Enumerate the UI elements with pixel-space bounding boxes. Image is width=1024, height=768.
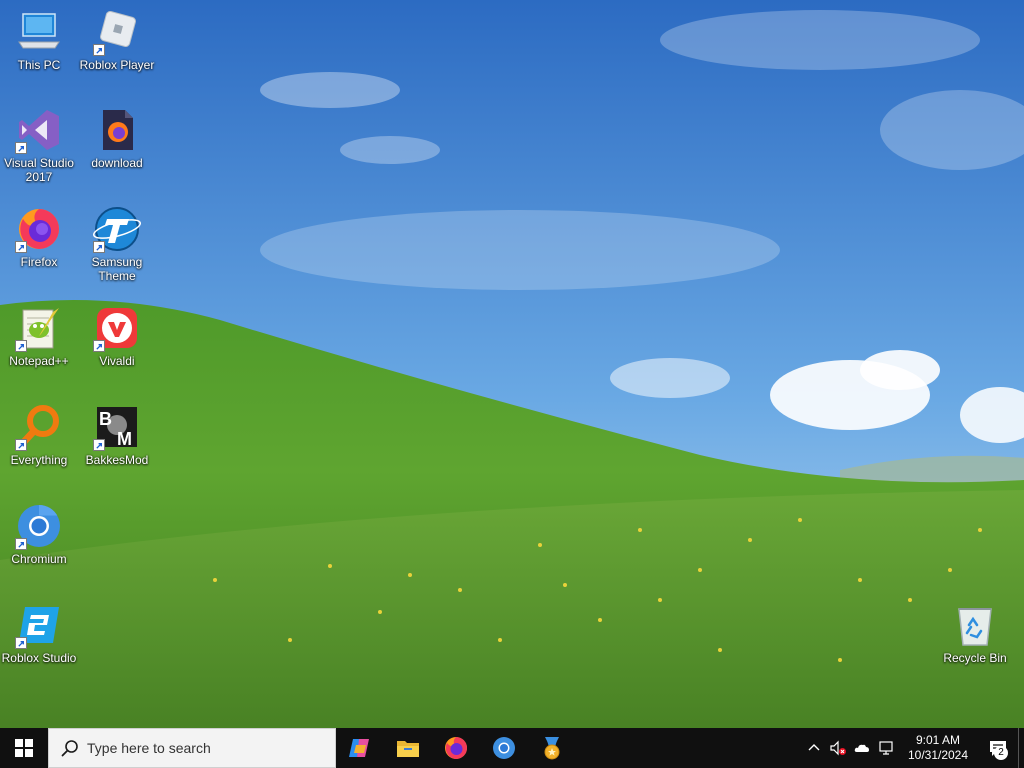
shortcut-arrow-icon [15, 241, 27, 253]
shortcut-arrow-icon [15, 538, 27, 550]
shortcut-arrow-icon [93, 44, 105, 56]
desktop-icon-download[interactable]: download [78, 106, 156, 170]
taskbar-pinned-medal[interactable] [528, 728, 576, 768]
network-button[interactable] [874, 728, 898, 768]
show-hidden-icons-button[interactable] [802, 728, 826, 768]
shortcut-arrow-icon [93, 439, 105, 451]
shortcut-arrow-icon [15, 340, 27, 352]
computer-icon [18, 13, 60, 49]
svg-text:M: M [117, 429, 132, 449]
recycle-bin-icon [958, 608, 992, 646]
taskbar-clock[interactable]: 9:01 AM 10/31/2024 [898, 733, 978, 763]
onedrive-cloud-icon [854, 744, 869, 752]
network-ethernet-icon [879, 741, 893, 755]
desktop-icon-label: Roblox Studio [1, 651, 77, 665]
shortcut-arrow-icon [15, 637, 27, 649]
desktop-icon-label: Samsung Theme [91, 255, 143, 283]
notification-count-badge: 2 [994, 746, 1008, 760]
desktop-icon-roblox-studio[interactable]: Roblox Studio [0, 601, 78, 665]
taskbar: 9:01 AM 10/31/2024 2 [0, 728, 1024, 768]
chevron-up-icon [808, 744, 820, 751]
desktop-icon-label: Chromium [11, 552, 67, 566]
windows-logo-icon [15, 739, 33, 757]
desktop-icon-label: Roblox Player [79, 58, 155, 72]
shortcut-arrow-icon [93, 241, 105, 253]
desktop-icon-notepadpp[interactable]: Notepad++ [0, 304, 78, 368]
desktop-icon-everything[interactable]: Everything [0, 403, 78, 467]
desktop-icon-this-pc[interactable]: This PC [0, 8, 78, 72]
taskbar-pinned-copilot[interactable] [336, 728, 384, 768]
svg-text:B: B [99, 409, 112, 429]
copilot-icon [349, 739, 369, 757]
volume-muted-icon [830, 740, 846, 756]
desktop-icon-visual-studio[interactable]: Visual Studio 2017 [0, 106, 78, 184]
show-desktop-button[interactable] [1018, 728, 1024, 768]
clock-time: 9:01 AM [915, 733, 961, 747]
shortcut-arrow-icon [93, 340, 105, 352]
desktop-icon-bakkesmod[interactable]: B M BakkesMod [78, 403, 156, 467]
firefox-icon [445, 737, 467, 759]
desktop-icon-firefox[interactable]: Firefox [0, 205, 78, 269]
desktop-icon-vivaldi[interactable]: Vivaldi [78, 304, 156, 368]
medal-icon [544, 737, 560, 760]
taskbar-search-box[interactable] [48, 728, 336, 768]
firefox-file-icon [103, 110, 133, 150]
desktop-icon-label: Firefox [20, 255, 58, 269]
shortcut-arrow-icon [15, 142, 27, 154]
search-input[interactable] [87, 740, 327, 756]
desktop-icon-samsung-theme[interactable]: Samsung Theme [78, 205, 156, 283]
volume-button[interactable] [826, 728, 850, 768]
desktop-icon-roblox-player[interactable]: Roblox Player [78, 8, 156, 72]
desktop-icon-recycle-bin[interactable]: Recycle Bin [936, 601, 1014, 665]
shortcut-arrow-icon [15, 439, 27, 451]
desktop-icon-label: Vivaldi [99, 354, 135, 368]
taskbar-pinned-file-explorer[interactable] [384, 728, 432, 768]
system-tray: 9:01 AM 10/31/2024 2 [802, 728, 1024, 768]
desktop-icon-label: Notepad++ [9, 354, 69, 368]
desktop-icon-label: This PC [17, 58, 61, 72]
action-center-button[interactable]: 2 [978, 728, 1018, 768]
taskbar-pinned-chromium[interactable] [480, 728, 528, 768]
chromium-icon [493, 737, 515, 759]
desktop-icon-chromium[interactable]: Chromium [0, 502, 78, 566]
desktop-icon-label: BakkesMod [85, 453, 149, 467]
onedrive-button[interactable] [850, 728, 874, 768]
search-icon [61, 740, 78, 757]
clock-date: 10/31/2024 [907, 748, 969, 762]
start-button[interactable] [0, 728, 48, 768]
desktop-icon-label: Everything [10, 453, 68, 467]
taskbar-pinned-firefox[interactable] [432, 728, 480, 768]
desktop-icon-label: download [91, 156, 143, 170]
file-explorer-icon [397, 741, 419, 757]
desktop-icon-label: Visual Studio 2017 [4, 156, 74, 184]
desktop-icon-label: Recycle Bin [943, 651, 1007, 665]
